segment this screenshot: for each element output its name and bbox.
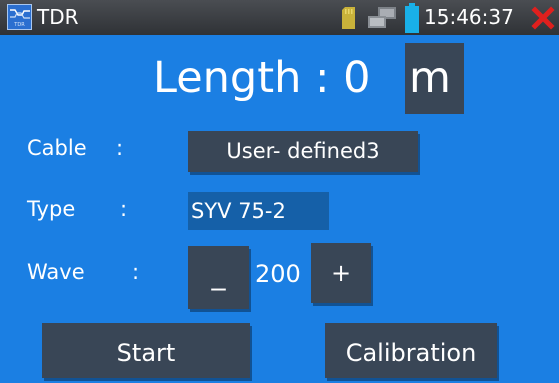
tdr-app-icon: TDR (7, 4, 32, 30)
start-button[interactable]: Start (42, 323, 250, 378)
cable-colon: : (116, 136, 124, 160)
close-icon[interactable] (531, 6, 555, 30)
cable-label: Cable (27, 136, 87, 160)
length-readout: Length : 0 (153, 53, 371, 103)
battery-icon (405, 3, 419, 33)
wave-decrease-button[interactable]: _ (188, 246, 249, 309)
wave-colon: : (132, 260, 140, 284)
wave-label: Wave (27, 260, 85, 284)
network-icon (368, 7, 396, 28)
wave-value: 200 (255, 260, 301, 288)
length-unit-button[interactable]: m (405, 43, 464, 114)
type-colon: : (120, 197, 128, 221)
sd-card-icon (342, 7, 355, 29)
app-title: TDR (37, 5, 79, 29)
wave-increase-button[interactable]: + (311, 243, 371, 303)
clock-time: 15:46:37 (424, 5, 514, 29)
cable-select-button[interactable]: User- defined3 (188, 131, 418, 172)
type-label: Type (27, 197, 76, 221)
app-icon-caption: TDR (14, 22, 25, 28)
type-value-field[interactable]: SYV 75-2 (188, 192, 329, 230)
title-bar: TDR TDR 15:46:37 (0, 0, 559, 35)
calibration-button[interactable]: Calibration (325, 323, 497, 378)
